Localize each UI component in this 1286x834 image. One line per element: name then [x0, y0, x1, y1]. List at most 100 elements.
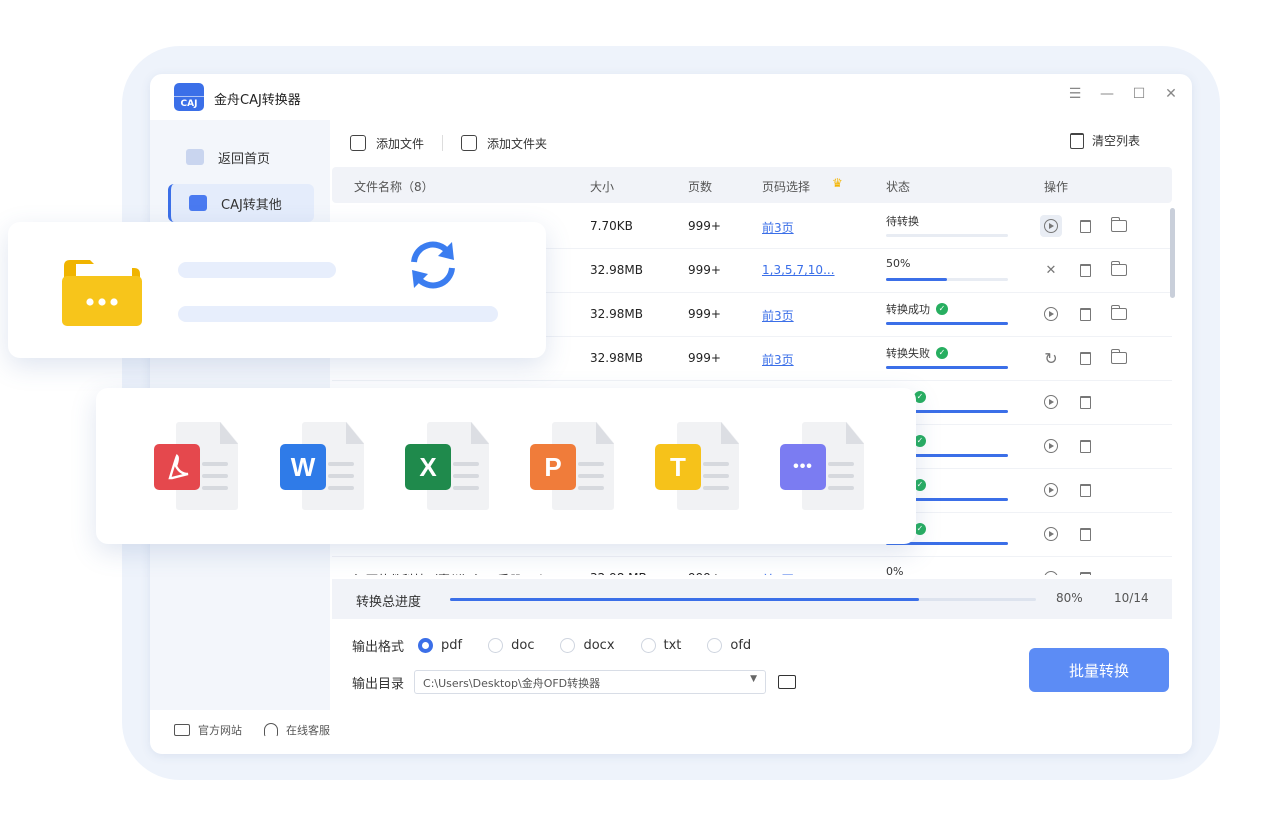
other-format-icon: •••	[780, 422, 870, 514]
overall-progress-label: 转换总进度	[356, 595, 422, 610]
row-actions	[1040, 567, 1096, 575]
output-dir-select[interactable]: C:\Users\Desktop\金舟OFD转换器 ▼	[414, 670, 767, 694]
delete-icon[interactable]	[1074, 523, 1096, 545]
open-folder-icon[interactable]	[1108, 303, 1130, 325]
format-radio-pdf[interactable]: pdf	[418, 638, 462, 653]
caj-icon	[189, 195, 207, 211]
add-file-button[interactable]: 添加文件	[376, 135, 424, 152]
page-select-link[interactable]: 1,3,5,7,10...	[762, 263, 835, 277]
convert-icon[interactable]	[1040, 303, 1062, 325]
row-progress-fill	[886, 278, 947, 281]
overall-progress-count: 10/14	[1114, 591, 1149, 605]
word-format-icon: W	[280, 422, 370, 514]
radio-selected-icon	[418, 638, 434, 653]
delete-icon[interactable]	[1074, 303, 1096, 325]
toolbar: 添加文件 添加文件夹	[350, 130, 547, 156]
convert-icon[interactable]	[1040, 567, 1062, 575]
output-format-row: 输出格式 pdf doc docx txt ofd	[352, 636, 751, 655]
row-actions	[1040, 303, 1130, 325]
delete-icon[interactable]	[1074, 259, 1096, 281]
format-radio-doc[interactable]: doc	[488, 638, 534, 653]
trash-icon	[1069, 132, 1084, 149]
output-dir-row: 输出目录 C:\Users\Desktop\金舟OFD转换器 ▼	[352, 670, 797, 694]
col-actions: 操作	[1044, 180, 1069, 194]
toolbar-divider	[442, 135, 444, 151]
batch-convert-button[interactable]: 批量转换	[1029, 648, 1169, 692]
placeholder-bar	[178, 262, 336, 278]
success-check-icon: ✓	[936, 347, 948, 359]
col-page-select: 页码选择	[762, 180, 811, 194]
radio-icon	[560, 638, 576, 653]
ppt-format-icon: P	[530, 422, 620, 514]
browse-folder-icon[interactable]	[778, 675, 797, 689]
table-row[interactable]: 江下软件科技（惠州）江...手册.caj 32.98 MB 999+ 前3页 0%	[332, 557, 1172, 575]
page-select-link[interactable]: 前3页	[762, 219, 794, 236]
home-icon	[186, 149, 204, 165]
delete-icon[interactable]	[1074, 567, 1096, 575]
file-name: 江下软件科技（惠州）江...手册.caj	[354, 571, 543, 575]
website-link[interactable]: 官方网站	[174, 722, 242, 738]
format-option-label: doc	[511, 638, 535, 653]
col-size: 大小	[590, 180, 615, 194]
output-dir-value: C:\Users\Desktop\金舟OFD转换器	[423, 677, 601, 690]
minimize-icon[interactable]: —	[1100, 86, 1114, 102]
table-header: 文件名称（8） 大小 页数 页码选择 ♛ 状态 操作	[332, 167, 1172, 203]
add-folder-icon	[461, 135, 478, 151]
word-badge: W	[280, 444, 326, 490]
support-link[interactable]: 在线客服	[264, 722, 330, 738]
format-radio-txt[interactable]: txt	[640, 638, 681, 653]
logo-top	[174, 83, 204, 97]
placeholder-bar	[178, 306, 498, 322]
open-folder-icon[interactable]	[1108, 259, 1130, 281]
file-pages: 999+	[688, 351, 721, 365]
ppt-badge: P	[530, 444, 576, 490]
other-badge: •••	[780, 444, 826, 490]
menu-icon[interactable]: ☰	[1068, 86, 1082, 102]
row-actions	[1040, 391, 1096, 413]
convert-icon[interactable]	[1040, 215, 1062, 237]
row-progress-track	[886, 278, 1008, 281]
retry-icon[interactable]: ↻	[1040, 347, 1062, 369]
title-bar: CAJ 金舟CAJ转换器 ☰ — ☐ ✕	[150, 74, 1192, 120]
status-label: 0%	[886, 565, 904, 575]
excel-badge: X	[405, 444, 451, 490]
convert-icon[interactable]	[1040, 391, 1062, 413]
sidebar-item-caj-convert[interactable]: CAJ转其他	[168, 184, 314, 222]
convert-icon[interactable]	[1040, 435, 1062, 457]
txt-format-icon: T	[655, 422, 745, 514]
status-label: 转换成功	[886, 303, 930, 316]
file-pages: 999+	[688, 307, 721, 321]
clear-list-button[interactable]: 清空列表	[1069, 132, 1140, 149]
overall-progress-percent: 80%	[1056, 591, 1083, 605]
status-cell: 转换失败 ✓	[886, 345, 948, 361]
close-icon[interactable]: ✕	[1164, 86, 1178, 102]
open-folder-icon[interactable]	[1108, 347, 1130, 369]
page-select-link[interactable]: 前3页	[762, 351, 794, 368]
format-radio-ofd[interactable]: ofd	[707, 638, 751, 653]
delete-icon[interactable]	[1074, 215, 1096, 237]
delete-icon[interactable]	[1074, 435, 1096, 457]
txt-badge: T	[655, 444, 701, 490]
cancel-icon[interactable]: ✕	[1040, 259, 1062, 281]
convert-icon[interactable]	[1040, 523, 1062, 545]
file-size: 32.98 MB	[590, 571, 647, 575]
status-cell: 50%	[886, 257, 910, 270]
overall-progress: 转换总进度 80% 10/14	[332, 579, 1172, 619]
delete-icon[interactable]	[1074, 347, 1096, 369]
page-select-link[interactable]: 前3页	[762, 307, 794, 324]
output-dir-label: 输出目录	[352, 676, 405, 692]
status-label: 50%	[886, 257, 911, 270]
row-actions: ↻	[1040, 347, 1130, 369]
open-folder-icon[interactable]	[1108, 215, 1130, 237]
sidebar-item-home[interactable]: 返回首页	[168, 138, 314, 176]
delete-icon[interactable]	[1074, 479, 1096, 501]
delete-icon[interactable]	[1074, 391, 1096, 413]
page-select-link[interactable]: 前3页	[762, 571, 794, 575]
add-folder-button[interactable]: 添加文件夹	[487, 135, 547, 152]
maximize-icon[interactable]: ☐	[1132, 86, 1146, 102]
file-size: 32.98MB	[590, 307, 643, 321]
convert-icon[interactable]	[1040, 479, 1062, 501]
list-scrollbar[interactable]	[1170, 208, 1175, 298]
success-check-icon: ✓	[936, 303, 948, 315]
format-radio-docx[interactable]: docx	[560, 638, 615, 653]
